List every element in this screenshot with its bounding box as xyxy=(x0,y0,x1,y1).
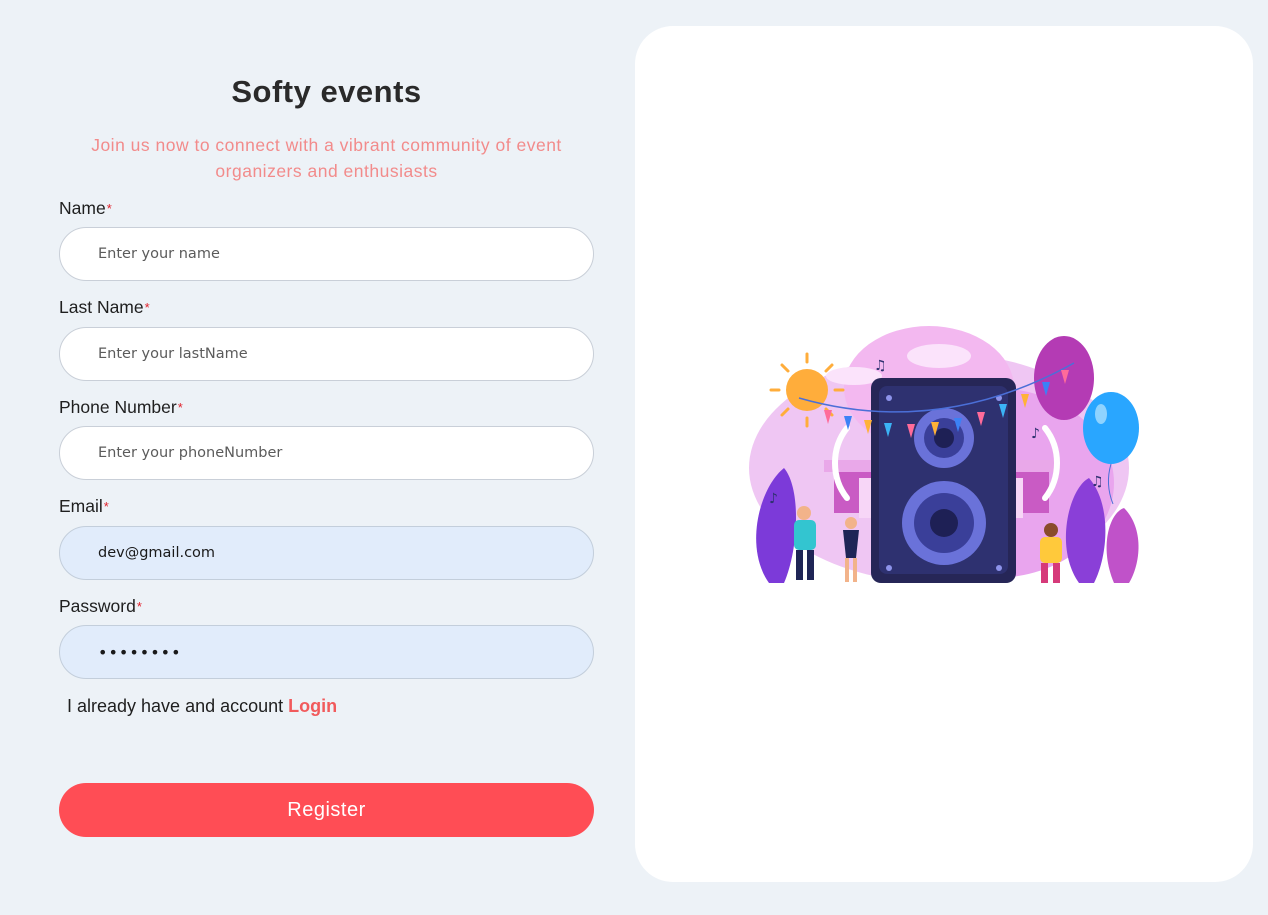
password-label: Password* xyxy=(59,596,142,617)
name-input[interactable] xyxy=(59,227,594,281)
required-marker: * xyxy=(103,499,109,514)
account-prompt-text: I already have and account xyxy=(67,696,284,716)
name-label: Name* xyxy=(59,198,112,219)
last-name-input[interactable] xyxy=(59,327,594,381)
phone-label: Phone Number* xyxy=(59,397,183,418)
name-label-text: Name xyxy=(59,198,106,218)
required-marker: * xyxy=(177,400,183,415)
phone-label-text: Phone Number xyxy=(59,397,177,417)
register-button[interactable]: Register xyxy=(59,783,594,837)
email-label-text: Email xyxy=(59,496,103,516)
page-subtitle: Join us now to connect with a vibrant co… xyxy=(91,135,562,181)
svg-text:♫: ♫ xyxy=(874,358,887,374)
last-name-label: Last Name* xyxy=(59,297,150,318)
party-speaker-illustration: ♫ ♪ ♫ ♪ xyxy=(749,326,1139,583)
phone-input[interactable] xyxy=(59,426,594,480)
account-prompt: I already have and account Login xyxy=(67,696,337,717)
required-marker: * xyxy=(144,300,150,315)
illustration-panel: ♫ ♪ ♫ ♪ xyxy=(635,26,1253,882)
required-marker: * xyxy=(136,599,142,614)
password-label-text: Password xyxy=(59,596,136,616)
password-input[interactable] xyxy=(59,625,594,679)
login-link[interactable]: Login xyxy=(288,696,337,716)
email-label: Email* xyxy=(59,496,109,517)
email-input[interactable] xyxy=(59,526,594,580)
svg-text:♫: ♫ xyxy=(1091,474,1104,490)
required-marker: * xyxy=(106,201,112,216)
svg-text:♪: ♪ xyxy=(769,491,778,507)
svg-text:♪: ♪ xyxy=(1031,426,1040,442)
last-name-label-text: Last Name xyxy=(59,297,144,317)
page-title: Softy events xyxy=(231,74,422,109)
